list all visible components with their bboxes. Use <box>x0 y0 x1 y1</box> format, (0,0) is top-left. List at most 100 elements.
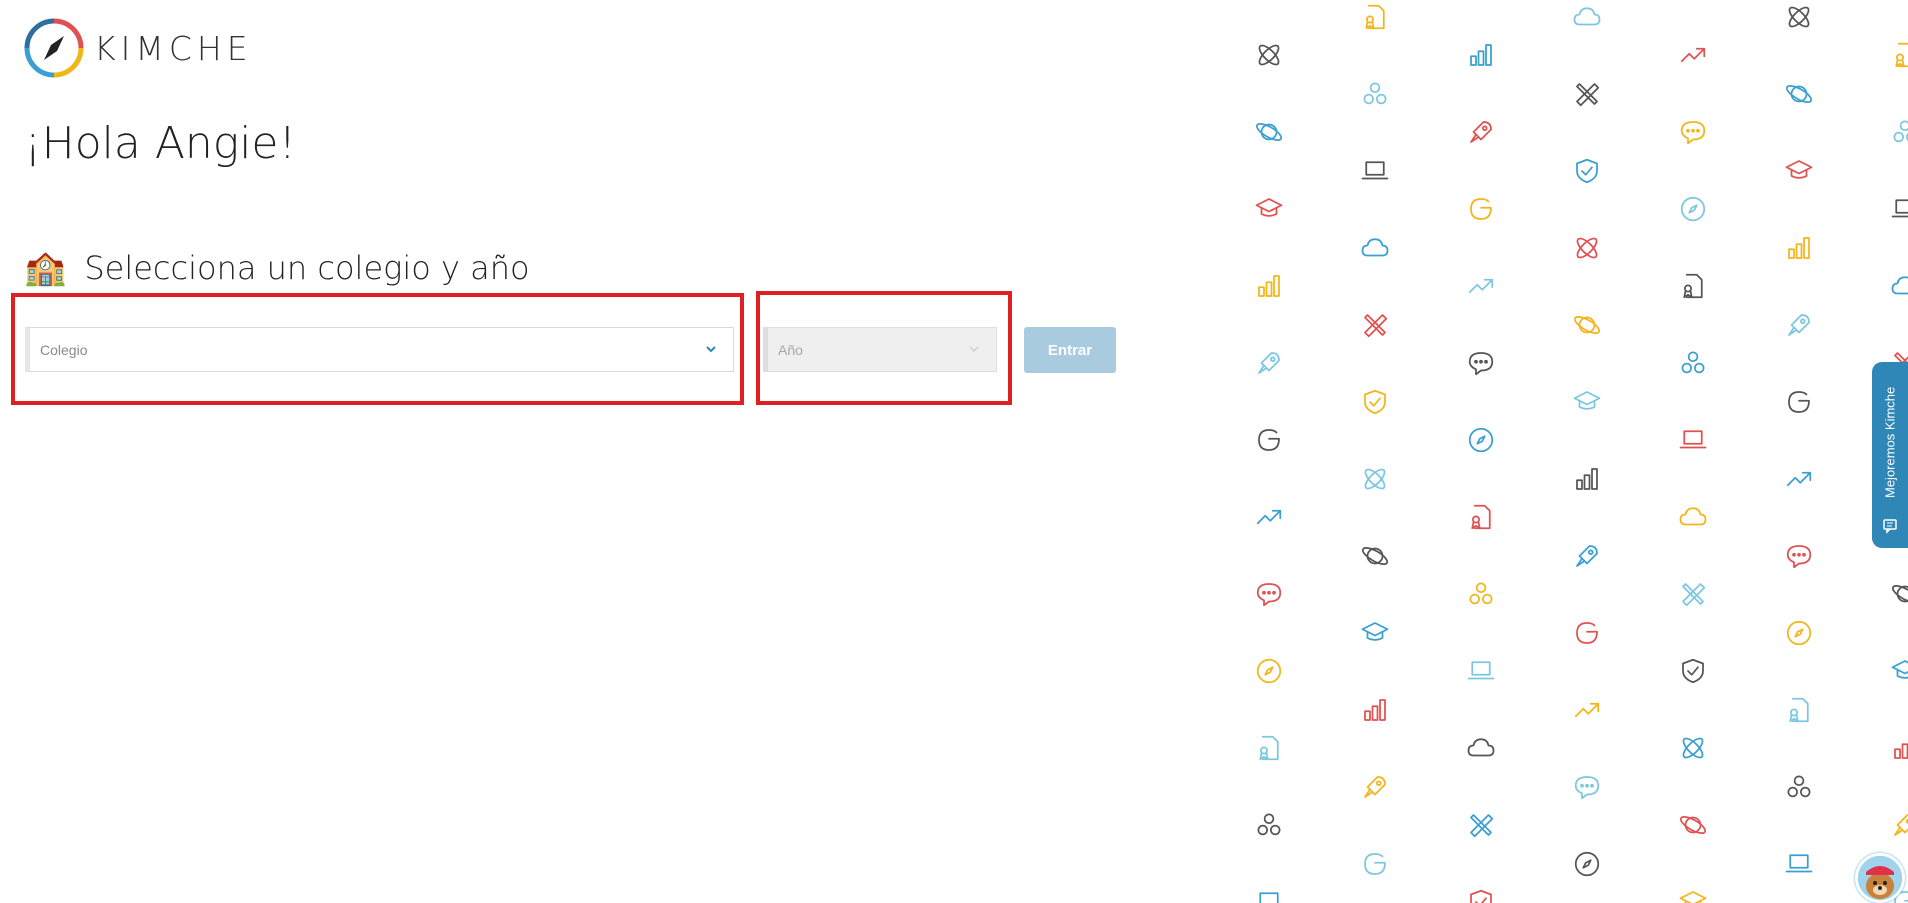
compass-icon <box>1786 620 1812 646</box>
trending-up-icon <box>1680 47 1706 63</box>
trending-up-icon <box>1256 509 1282 525</box>
planet-icon <box>1573 316 1601 334</box>
greeting-heading: ¡Hola Angie! <box>24 118 297 169</box>
shield-icon <box>1576 158 1598 184</box>
certificate-icon <box>1471 504 1491 530</box>
planet-icon <box>1679 816 1707 834</box>
certificate-icon <box>1259 735 1279 761</box>
graduation-cap-icon <box>1785 160 1813 179</box>
compass-icon <box>1574 851 1600 877</box>
cloud-icon <box>1467 738 1495 757</box>
bar-chart-icon <box>1364 699 1386 721</box>
cloud-icon <box>1361 238 1389 257</box>
graduation-cap-icon <box>1573 391 1601 410</box>
laptop-icon <box>1259 892 1279 903</box>
laptop-icon <box>1467 661 1495 680</box>
chat-icon <box>1680 121 1706 145</box>
brand-name: KIMCHE <box>94 28 253 68</box>
compass-icon <box>1468 427 1494 453</box>
atom-icon <box>1364 468 1386 490</box>
section-header: 🏫 Selecciona un colegio y año <box>24 248 530 288</box>
pencil-ruler-icon <box>1364 314 1388 338</box>
people-icon <box>1893 120 1908 143</box>
pencil-ruler-icon <box>1470 814 1494 838</box>
chat-icon <box>1574 776 1600 800</box>
people-icon <box>1469 582 1493 605</box>
planet-icon <box>1361 547 1389 565</box>
pencil-ruler-icon <box>1682 583 1706 607</box>
planet-icon <box>1785 85 1813 103</box>
year-select-placeholder: Año <box>778 341 803 358</box>
laptop-icon <box>1785 854 1813 873</box>
school-emoji-icon: 🏫 <box>24 249 67 287</box>
people-icon <box>1363 82 1387 105</box>
graduation-cap-icon <box>1361 622 1389 641</box>
atom-icon <box>1576 237 1598 259</box>
compass-icon <box>1680 196 1706 222</box>
laptop-icon <box>1361 161 1389 180</box>
certificate-icon <box>1895 42 1908 68</box>
google-icon <box>1364 853 1386 875</box>
comment-icon <box>1883 519 1897 534</box>
shield-icon <box>1364 389 1386 415</box>
planet-icon <box>1255 123 1283 141</box>
bar-chart-icon <box>1576 468 1598 490</box>
school-select-placeholder: Colegio <box>40 341 88 358</box>
laptop-icon <box>1891 199 1908 218</box>
feedback-tab[interactable]: Mejoremos Kimche <box>1872 362 1908 548</box>
people-icon <box>1787 775 1811 798</box>
google-icon <box>1576 622 1598 644</box>
enter-button[interactable]: Entrar <box>1024 327 1116 373</box>
trending-up-icon <box>1468 278 1494 294</box>
section-title: Selecciona un colegio y año <box>84 249 530 287</box>
rocket-icon <box>1894 814 1908 836</box>
chat-icon <box>1256 583 1282 607</box>
icon-pattern-background <box>1220 0 1908 903</box>
planet-icon <box>1891 585 1908 603</box>
bar-chart-icon <box>1258 275 1280 297</box>
rocket-icon <box>1470 121 1492 143</box>
pencil-ruler-icon <box>1576 83 1600 107</box>
rocket-icon <box>1364 776 1386 798</box>
trending-up-icon <box>1786 471 1812 487</box>
chat-icon <box>1468 352 1494 376</box>
rocket-icon <box>1576 545 1598 567</box>
atom-icon <box>1682 737 1704 759</box>
chat-avatar[interactable] <box>1855 853 1905 903</box>
shield-icon <box>1682 658 1704 684</box>
people-icon <box>1257 813 1281 836</box>
graduation-cap-icon <box>1679 891 1707 903</box>
graduation-cap-icon <box>1891 660 1908 679</box>
people-icon <box>1681 351 1705 374</box>
rocket-icon <box>1258 352 1280 374</box>
atom-icon <box>1788 6 1810 28</box>
compass-icon <box>1256 658 1282 684</box>
year-select[interactable]: Año <box>763 327 997 372</box>
bar-chart-icon <box>1470 44 1492 66</box>
school-select[interactable]: Colegio <box>25 327 734 372</box>
shield-icon <box>1470 889 1492 903</box>
google-icon <box>1788 391 1810 413</box>
rocket-icon <box>1788 314 1810 336</box>
chevron-down-icon <box>706 346 716 353</box>
bar-chart-icon <box>1788 237 1810 259</box>
laptop-icon <box>1679 430 1707 449</box>
chat-icon <box>1786 545 1812 569</box>
certificate-icon <box>1365 4 1385 30</box>
cloud-icon <box>1679 507 1707 526</box>
chevron-down-icon <box>969 346 979 353</box>
atom-icon <box>1258 44 1280 66</box>
cloud-icon <box>1573 7 1601 26</box>
kimche-logo[interactable]: KIMCHE <box>24 18 253 78</box>
google-icon <box>1470 198 1492 220</box>
google-icon <box>1258 429 1280 451</box>
compass-icon <box>24 18 84 78</box>
cloud-icon <box>1891 276 1908 295</box>
graduation-cap-icon <box>1255 198 1283 217</box>
feedback-label: Mejoremos Kimche <box>1882 386 1898 498</box>
certificate-icon <box>1683 273 1703 299</box>
bar-chart-icon <box>1894 743 1908 759</box>
dog-avatar-icon <box>1858 856 1902 900</box>
certificate-icon <box>1789 697 1809 723</box>
trending-up-icon <box>1574 702 1600 718</box>
